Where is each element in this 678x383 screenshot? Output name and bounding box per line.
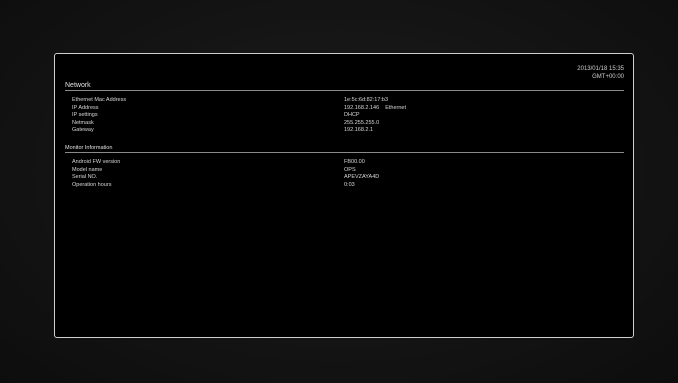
row-value: OPS (344, 166, 356, 173)
row-value: 0:03 (344, 181, 355, 188)
network-divider (65, 90, 624, 91)
clock: 2013/01/18 15:35 GMT+00:00 (577, 65, 624, 81)
row-value: 255.255.255.0 (344, 119, 380, 126)
row-value: FB00.00 (344, 159, 365, 165)
row-label: Serial NO. (72, 174, 98, 181)
screen-background: 2013/01/18 15:35 GMT+00:00 Network Ether… (0, 0, 678, 383)
ip-interface: Ethernet (385, 104, 406, 111)
row-value: APEVZAYA4D (344, 174, 380, 181)
monitor-row-model: Model name OPS (72, 167, 624, 175)
row-label: IP settings (72, 112, 98, 119)
row-label: IP Address (72, 104, 99, 111)
row-value: DHCP (344, 112, 360, 119)
clock-timezone: GMT+00:00 (592, 74, 624, 80)
row-label: Gateway (72, 127, 94, 134)
network-row-ip: IP Address 192.168.2.146 Ethernet (72, 105, 624, 113)
info-panel: 2013/01/18 15:35 GMT+00:00 Network Ether… (54, 53, 634, 338)
network-rows: Ethernet Mac Address 1e:5c:6d:82:17:b3 I… (72, 97, 624, 135)
row-label: Netmask (72, 119, 94, 126)
row-value: 192.168.2.1 (344, 127, 374, 134)
network-row-gateway: Gateway 192.168.2.1 (72, 127, 624, 135)
clock-datetime: 2013/01/18 15:35 (577, 66, 624, 72)
network-section-title: Network (65, 82, 91, 89)
monitor-section-title: Monitor Information (65, 145, 113, 151)
row-value: 1e:5c:6d:82:17:b3 (344, 97, 389, 103)
network-row-mac: Ethernet Mac Address 1e:5c:6d:82:17:b3 (72, 97, 624, 105)
monitor-rows: Android FW version FB00.00 Model name OP… (72, 159, 624, 189)
row-label: Ethernet Mac Address (72, 97, 127, 103)
network-row-netmask: Netmask 255.255.255.0 (72, 120, 624, 128)
row-label: Operation hours (72, 181, 112, 188)
row-label: Android FW version (72, 159, 121, 165)
monitor-divider (65, 152, 624, 153)
row-label: Model name (72, 166, 103, 173)
monitor-row-fw: Android FW version FB00.00 (72, 159, 624, 167)
monitor-row-hours: Operation hours 0:03 (72, 182, 624, 190)
monitor-row-serial: Serial NO. APEVZAYA4D (72, 174, 624, 182)
row-value: 192.168.2.146 Ethernet (344, 104, 406, 111)
network-row-ip-settings: IP settings DHCP (72, 112, 624, 120)
